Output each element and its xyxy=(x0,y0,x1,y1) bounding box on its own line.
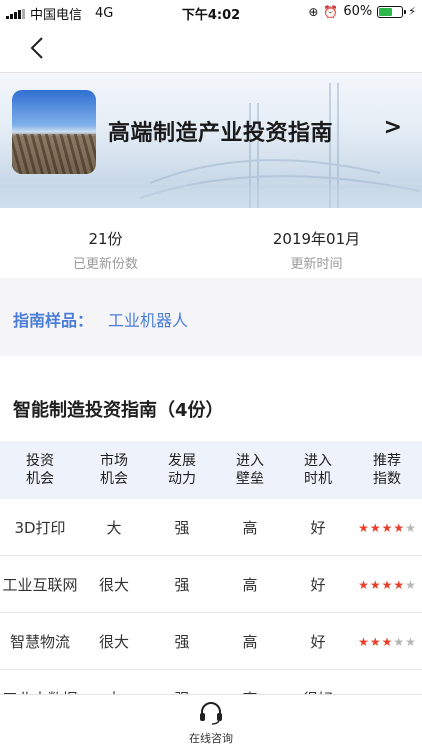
star-filled-icon: ★ xyxy=(369,521,381,535)
table-body: 3D打印大强高好 ★ ★ ★ ★ ★ 工业互联网 很大强高好 ★ ★ ★ ★ ★ 智慧物流 很大强高好 ★ ★ ★… xyxy=(0,499,422,727)
guide-cover-image xyxy=(12,90,96,174)
cell-drive: 强 xyxy=(174,632,190,651)
column-header-line: 推荐 xyxy=(373,453,401,469)
cell-barrier: 高 xyxy=(242,575,258,594)
battery-percent: 60% xyxy=(343,4,373,19)
cell-timing: 好 xyxy=(310,575,326,594)
update-time-stat: 2019年01月 更新时间 xyxy=(211,228,422,272)
status-right: ⊕ ⏰ 60% ⚡ xyxy=(308,4,416,19)
alarm-icon: ⏰ xyxy=(323,4,339,19)
table-row[interactable]: 智慧物流 很大强高好 ★ ★ ★ ★ ★ xyxy=(0,613,422,670)
star-filled-icon: ★ xyxy=(369,635,381,649)
table-row[interactable]: 工业互联网 很大强高好 ★ ★ ★ ★ ★ xyxy=(0,556,422,613)
column-header: 市场 机会 xyxy=(80,452,148,488)
star-filled-icon: ★ xyxy=(381,521,393,535)
cell-market: 很大 xyxy=(98,632,129,651)
cell-rating: ★★★★★ xyxy=(352,575,422,593)
investment-table: 投资 机会 市场 机会 发展 动力 进入 壁垒 进入 时机 推荐 指数 3D打印大强高好 ★ ★ ★ ★ ★ 工业… xyxy=(0,441,422,727)
column-header-line: 壁垒 xyxy=(236,471,264,487)
star-filled-icon: ★ xyxy=(358,578,369,592)
cell-timing: 好 xyxy=(310,518,326,537)
update-time-value: 2019年01月 xyxy=(272,230,361,248)
headset-icon xyxy=(200,702,222,725)
column-header: 进入 壁垒 xyxy=(216,452,284,488)
star-empty-icon: ★ xyxy=(405,578,416,592)
column-header-line: 机会 xyxy=(100,471,128,487)
cell-market: 大 xyxy=(106,518,122,537)
guide-banner[interactable]: 高端制造产业投资指南 > xyxy=(0,72,422,208)
update-count-value: 21份 xyxy=(88,230,123,248)
sample-label: 指南样品： xyxy=(13,311,94,330)
bottom-bar: 在线咨询 xyxy=(0,694,422,750)
table-row[interactable]: 3D打印大强高好 ★ ★ ★ ★ ★ xyxy=(0,499,422,556)
chevron-left-icon[interactable] xyxy=(24,34,52,62)
status-bar: 中国电信 4G 下午4:02 ⊕ ⏰ 60% ⚡ xyxy=(0,0,422,24)
cell-timing: 好 xyxy=(310,632,326,651)
page: 中国电信 4G 下午4:02 ⊕ ⏰ 60% ⚡ 高端制造产业投资指南 > 21… xyxy=(0,0,422,750)
column-header: 推荐 指数 xyxy=(352,452,422,488)
star-filled-icon: ★ xyxy=(358,521,369,535)
star-empty-icon: ★ xyxy=(393,635,405,649)
consult-button[interactable]: 在线咨询 xyxy=(0,701,422,746)
cell-opportunity: 智慧物流 xyxy=(9,632,70,651)
nav-bar xyxy=(0,24,422,72)
column-header-line: 动力 xyxy=(168,471,196,487)
update-count-stat: 21份 已更新份数 xyxy=(0,228,211,272)
cell-opportunity: 3D打印 xyxy=(14,518,66,537)
column-header-line: 投资 xyxy=(26,453,54,469)
battery-icon xyxy=(377,5,407,18)
star-filled-icon: ★ xyxy=(393,578,405,592)
star-filled-icon: ★ xyxy=(381,578,393,592)
table-header: 投资 机会 市场 机会 发展 动力 进入 壁垒 进入 时机 推荐 指数 xyxy=(0,441,422,499)
guide-sample: 指南样品： 工业机器人 xyxy=(0,278,422,356)
column-header-line: 市场 xyxy=(100,453,128,469)
sample-link[interactable]: 工业机器人 xyxy=(108,307,188,331)
cell-market: 很大 xyxy=(98,575,129,594)
rating-stars: ★★★★★ xyxy=(358,635,416,649)
column-header-line: 指数 xyxy=(373,471,401,487)
star-empty-icon: ★ xyxy=(405,635,416,649)
cell-drive: 强 xyxy=(174,575,190,594)
star-filled-icon: ★ xyxy=(369,578,381,592)
consult-label: 在线咨询 xyxy=(189,732,233,745)
cell-barrier: 高 xyxy=(242,518,258,537)
section-title: 智能制造投资指南（4份） xyxy=(13,400,224,421)
cell-rating: ★★★★★ xyxy=(352,632,422,650)
cell-opportunity: 工业互联网 xyxy=(2,575,78,594)
cell-barrier: 高 xyxy=(242,632,258,651)
cell-drive: 强 xyxy=(174,518,190,537)
column-header-line: 发展 xyxy=(168,453,196,469)
star-filled-icon: ★ xyxy=(393,521,405,535)
column-header: 投资 机会 xyxy=(0,452,80,488)
guide-title: 高端制造产业投资指南 xyxy=(108,121,334,146)
guide-stats: 21份 已更新份数 2019年01月 更新时间 xyxy=(0,208,422,278)
star-empty-icon: ★ xyxy=(405,521,416,535)
charging-icon: ⚡ xyxy=(408,5,416,18)
column-header-line: 进入 xyxy=(304,453,332,469)
star-filled-icon: ★ xyxy=(381,635,393,649)
column-header: 进入 时机 xyxy=(284,452,352,488)
chevron-right-icon[interactable]: > xyxy=(384,115,402,140)
column-header: 发展 动力 xyxy=(148,452,216,488)
rating-stars: ★★★★★ xyxy=(358,578,416,592)
update-count-label: 已更新份数 xyxy=(72,257,138,272)
star-filled-icon: ★ xyxy=(358,635,369,649)
rating-stars: ★★★★★ xyxy=(358,521,416,535)
orientation-lock-icon: ⊕ xyxy=(308,4,319,19)
update-time-label: 更新时间 xyxy=(290,257,343,272)
column-header-line: 进入 xyxy=(236,453,264,469)
column-header-line: 机会 xyxy=(26,471,54,487)
column-header-line: 时机 xyxy=(304,471,332,487)
cell-rating: ★★★★★ xyxy=(352,518,422,536)
